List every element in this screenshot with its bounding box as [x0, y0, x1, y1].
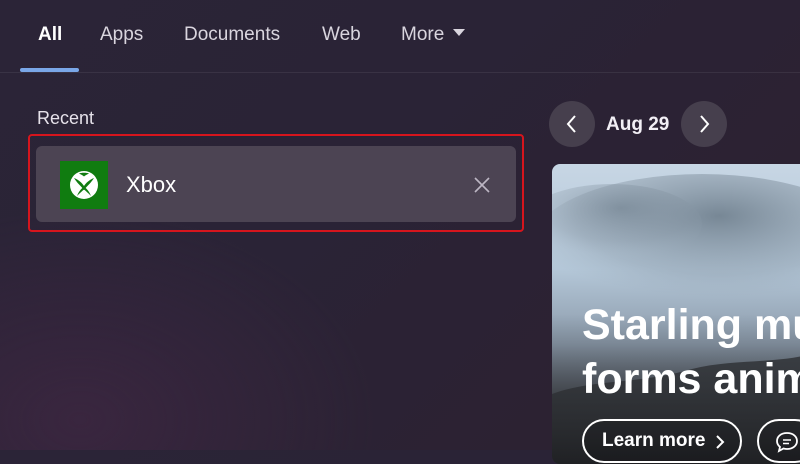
chevron-left-icon [566, 115, 576, 133]
chevron-right-icon [700, 115, 710, 133]
feedback-button[interactable] [757, 419, 800, 463]
hero-title: Starling mu forms anim [582, 298, 800, 406]
tabs-divider [0, 72, 800, 73]
close-icon[interactable] [473, 176, 491, 194]
previous-date-button[interactable] [549, 101, 595, 147]
chevron-right-icon [716, 435, 725, 449]
hero-card[interactable]: Starling mu forms anim Learn more [552, 164, 800, 464]
xbox-logo-icon [60, 161, 108, 209]
recent-heading: Recent [37, 108, 95, 128]
hero-title-line-2: forms anim [582, 355, 800, 403]
recent-item-label: Xbox [126, 172, 177, 197]
tab-apps[interactable]: Apps [100, 22, 143, 48]
tab-documents[interactable]: Documents [184, 22, 280, 48]
tab-more[interactable]: More [401, 22, 466, 48]
hero-title-line-1: Starling mu [582, 301, 800, 349]
learn-more-button[interactable]: Learn more [582, 419, 742, 463]
recent-item-xbox[interactable]: Xbox [36, 146, 516, 222]
tab-all[interactable]: All [38, 22, 62, 48]
search-tabs: All Apps Documents Web More [0, 0, 800, 73]
learn-more-label: Learn more [602, 430, 706, 451]
next-date-button[interactable] [681, 101, 727, 147]
caret-down-icon [453, 29, 466, 37]
date-label: Aug 29 [606, 114, 670, 135]
tab-web[interactable]: Web [322, 22, 361, 48]
tab-more-label: More [401, 24, 445, 45]
